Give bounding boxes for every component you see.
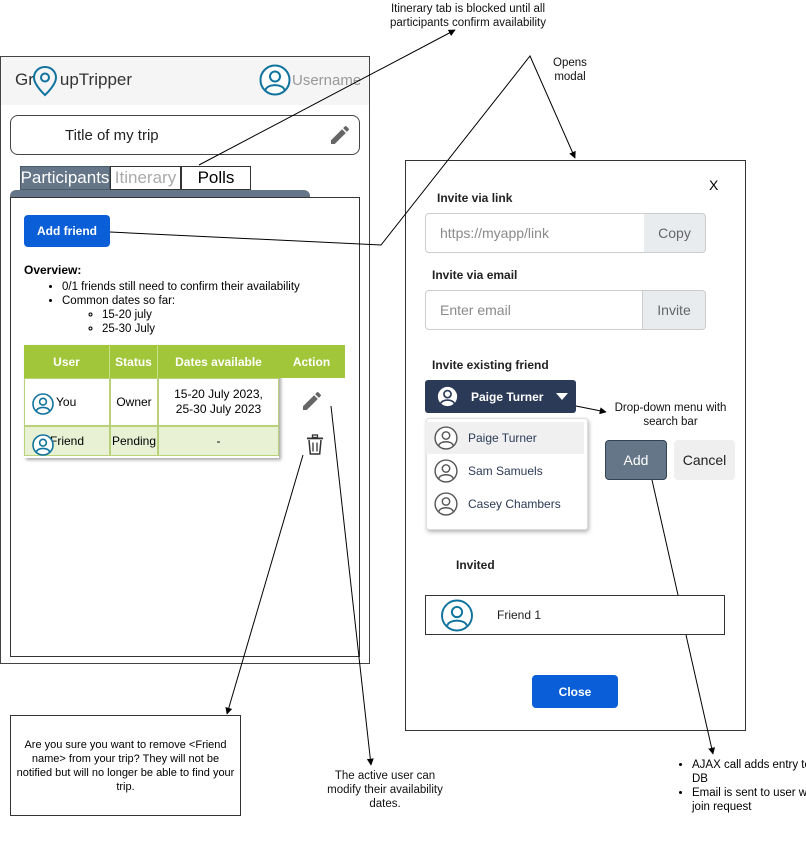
delete-trash-icon[interactable] [305,434,325,456]
add-friend-button[interactable]: Add friend [24,215,110,247]
trip-title: Title of my trip [65,127,159,144]
invite-link-field[interactable]: https://myapp/link [425,213,645,253]
close-icon[interactable]: X [709,177,718,193]
ajax-note-item: AJAX call adds entry to DB [692,758,806,786]
dropdown-item-paige-turner[interactable]: Paige Turner [426,422,584,454]
table-cell-dates: 15-20 July 2023, 25-30 July 2023 [158,378,279,426]
overview-title: Overview: [24,263,82,277]
dates-line: 15-20 July 2023, [174,387,263,401]
dropdown-item-casey-chambers[interactable]: Casey Chambers [426,488,584,520]
caret-down-icon [556,393,568,400]
remove-confirmation-note: Are you sure you want to remove <Friend … [10,715,241,816]
trip-title-box[interactable] [10,115,360,155]
tab-polls[interactable]: Polls [181,166,251,190]
close-button[interactable]: Close [532,675,618,708]
opens-modal-note: Opens modal [553,57,587,83]
username-label[interactable]: Username [292,72,361,89]
edit-title-pencil-icon[interactable] [328,123,352,147]
overview-item: Common dates so far: 15-20 july 25-30 Ju… [62,294,382,336]
logo-text-end: upTripper [59,70,133,89]
copy-link-button[interactable]: Copy [644,213,706,253]
user-icon [434,426,458,450]
email-field[interactable]: Enter email [425,290,643,330]
invite-email-button[interactable]: Invite [643,290,706,330]
dates-line: 25-30 July 2023 [175,402,262,416]
map-pin-icon [32,65,58,97]
tab-participants[interactable]: Participants [20,166,110,190]
table-header-dates: Dates available [158,345,280,378]
user-icon [32,434,54,456]
user-icon [434,492,458,516]
overview-item: 0/1 friends still need to confirm their … [62,280,382,294]
invite-email-label: Invite via email [432,268,518,282]
cancel-button[interactable]: Cancel [674,440,735,480]
user-icon [434,459,458,483]
table-cell-user: Friend [50,433,85,448]
ajax-note-item: Email is sent to user with join request [692,786,806,814]
invite-link-label: Invite via link [437,191,513,205]
dropdown-note: Drop-down menu with search bar [614,402,727,428]
invited-label: Invited [456,558,495,572]
page-title: GroupTripper invite participants wirefra… [0,0,1,1]
table-cell-dates: - [158,426,279,456]
tab-itinerary[interactable]: Itinerary [110,166,181,190]
table-header-status: Status [110,345,158,378]
common-date-item: 15-20 july [102,308,382,322]
user-icon [436,385,459,408]
dropdown-item-label: Paige Turner [468,431,537,445]
user-icon [441,599,473,632]
itinerary-note: Itinerary tab is blocked until all parti… [390,3,546,29]
user-icon [32,393,54,415]
dropdown-item-sam-samuels[interactable]: Sam Samuels [426,455,584,487]
table-header-user: User [24,345,110,378]
dropdown-item-label: Sam Samuels [468,464,543,478]
common-dates-list: 15-20 july 25-30 July [62,308,382,336]
table-cell-status: Owner [110,378,158,426]
overview-list: 0/1 friends still need to confirm their … [24,280,382,336]
invited-friend-name: Friend 1 [497,608,542,622]
user-avatar-icon[interactable] [259,64,291,96]
overview-item-label: Common dates so far: [62,295,176,307]
table-cell-user: You [56,394,77,409]
invite-existing-label: Invite existing friend [432,358,549,372]
selected-friend-label: Paige Turner [471,390,544,404]
add-button[interactable]: Add [605,440,667,480]
ajax-notes: AJAX call adds entry to DB Email is sent… [662,758,806,814]
dropdown-item-label: Casey Chambers [468,497,561,511]
table-header-action: Action [278,345,345,378]
edit-dates-note: The active user can modify their availab… [327,770,443,810]
edit-pencil-icon[interactable] [300,389,324,413]
table-cell-status: Pending [110,426,158,456]
common-date-item: 25-30 July [102,322,382,336]
